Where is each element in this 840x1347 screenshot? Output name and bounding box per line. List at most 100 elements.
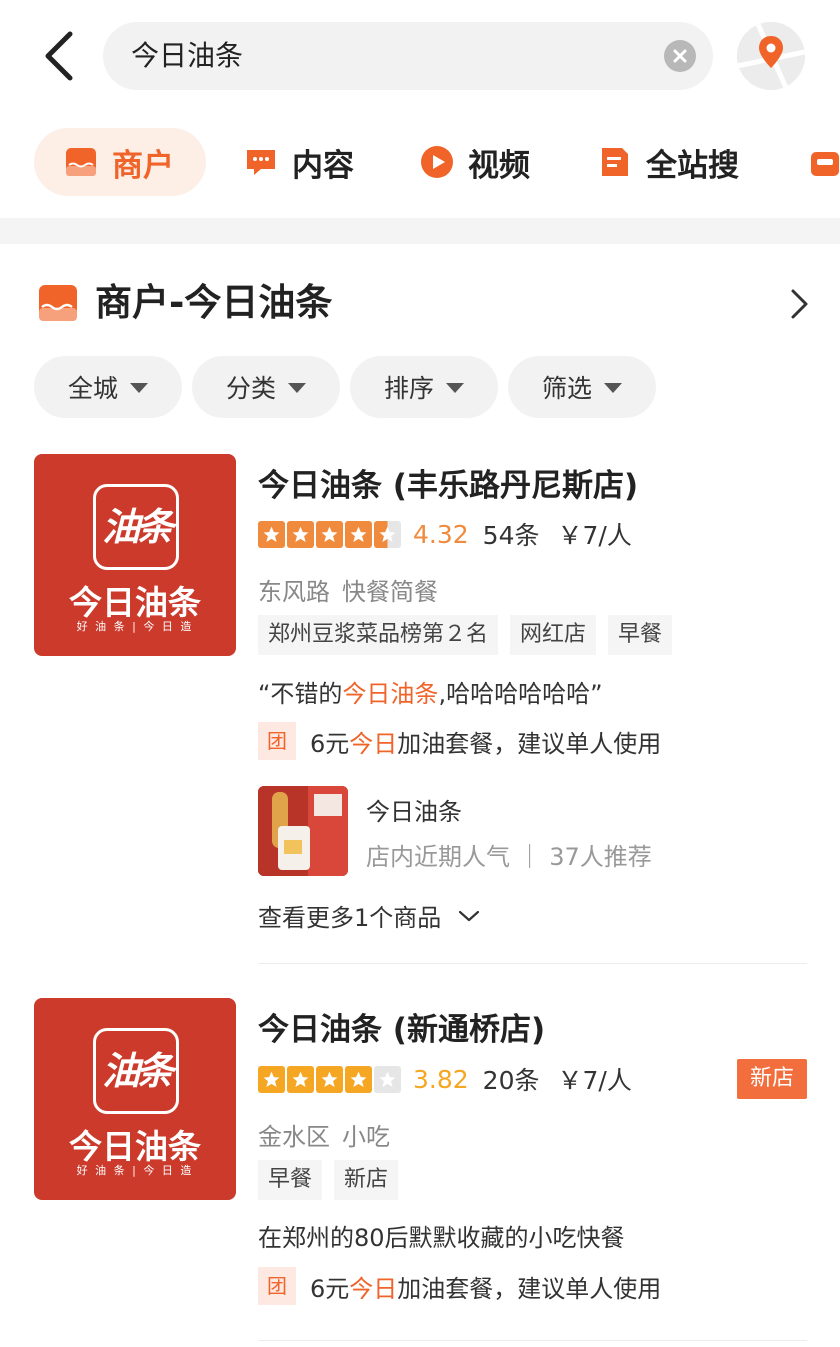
section-more-button[interactable]: [784, 285, 814, 323]
logo-frame: 油条: [93, 484, 179, 570]
back-arrow-icon: [45, 31, 73, 81]
deal-text: 加油套餐，建议单人使用: [397, 1274, 662, 1303]
tag[interactable]: 郑州豆浆菜品榜第２名: [258, 615, 499, 655]
rating-row: 4.32 54条 ￥7/人: [258, 518, 632, 550]
logo-slogan: 好 油 条 | 今 日 造: [76, 1164, 194, 1177]
shop-logo-image[interactable]: 油条 今日油条 好 油 条 | 今 日 造: [34, 998, 236, 1200]
search-input[interactable]: 今日油条: [103, 22, 713, 90]
quote-text: ,哈哈哈哈哈哈”: [438, 680, 603, 708]
deal-text: 6元: [310, 729, 350, 758]
caret-down-icon: [288, 383, 306, 393]
shop-area: 金水区: [258, 1123, 330, 1151]
back-button[interactable]: [36, 28, 86, 84]
filter-label: 分类: [225, 374, 276, 403]
shop-area: 东风路: [258, 578, 330, 606]
filter-category[interactable]: 分类: [192, 356, 340, 418]
star-icon: [345, 1065, 372, 1093]
logo-glyph: 油条: [101, 505, 174, 549]
group-buy-badge: 团: [258, 722, 296, 760]
shop-category: 快餐简餐: [342, 578, 438, 606]
section-title: 商户-今日油条: [95, 281, 333, 324]
logo-glyph: 油条: [101, 1049, 174, 1093]
view-more-label: 查看更多1个商品: [258, 904, 442, 932]
rating-score: 3.82: [413, 1064, 469, 1094]
map-location-icon: [737, 22, 805, 90]
clear-search-button[interactable]: [664, 40, 696, 72]
tab-site-search[interactable]: 全站搜: [598, 128, 739, 196]
map-button[interactable]: [737, 22, 805, 90]
star-icon: [374, 1065, 401, 1093]
quote-highlight: 今日油条: [342, 680, 439, 708]
tab-shops[interactable]: 商户: [34, 128, 206, 196]
view-more-products-link[interactable]: 查看更多1个商品: [258, 898, 481, 933]
play-icon: [421, 146, 453, 178]
product-photo: [258, 786, 348, 876]
review-count: 20条: [482, 1066, 540, 1095]
logo-brand-text: 今日油条: [69, 1127, 201, 1166]
caret-down-icon: [130, 383, 148, 393]
rating-row: 3.82 20条 ￥7/人: [258, 1063, 632, 1095]
tab-label: 内容: [292, 147, 354, 184]
caret-down-icon: [446, 383, 464, 393]
chevron-down-icon: [459, 910, 480, 921]
shop-logo-image[interactable]: 油条 今日油条 好 油 条 | 今 日 造: [34, 454, 236, 656]
star-icon: [345, 520, 372, 548]
tab-label: 视频: [468, 147, 530, 184]
tag: 早餐: [258, 1160, 323, 1200]
filter-label: 筛选: [541, 374, 592, 403]
star-icon: [316, 1065, 343, 1093]
card-divider: [258, 963, 807, 964]
shop-tags: 郑州豆浆菜品榜第２名 网红店 早餐: [258, 615, 684, 655]
shop-name[interactable]: 今日油条 (丰乐路丹尼斯店): [258, 460, 638, 505]
star-icon: [316, 520, 343, 548]
product-name: 今日油条: [366, 798, 462, 826]
chevron-right-icon: [791, 289, 808, 319]
tab-label: 商户: [112, 147, 174, 184]
tag: 网红店: [510, 615, 597, 655]
star-icon: [258, 1065, 285, 1093]
rating-score: 4.32: [413, 519, 469, 549]
shop-icon: [39, 285, 77, 321]
section-divider: [0, 218, 840, 244]
search-query-text: 今日油条: [131, 39, 244, 72]
filter-label: 排序: [383, 374, 434, 403]
product-stats: 店内近期人气 ｜ 37人推荐: [366, 843, 652, 871]
avg-price: ￥7/人: [557, 1066, 632, 1095]
star-rating: [258, 1065, 403, 1093]
deal-text: 加油套餐，建议单人使用: [397, 729, 662, 758]
group-buy-badge: 团: [258, 1267, 296, 1305]
product-thumbnail[interactable]: [258, 786, 348, 876]
shop-name[interactable]: 今日油条 (新通桥店): [258, 1004, 545, 1049]
filter-sort[interactable]: 排序: [350, 356, 498, 418]
logo-brand-text: 今日油条: [69, 583, 201, 622]
review-count: 54条: [482, 521, 540, 550]
shop-meta: 东风路 快餐简餐: [258, 572, 438, 607]
star-icon: [287, 520, 314, 548]
group-deal[interactable]: 团 6元 今日 加油套餐，建议单人使用: [258, 1267, 661, 1305]
search-header: 今日油条: [0, 0, 840, 110]
shop-tags: 早餐 新店: [258, 1160, 410, 1200]
tab-label: 全站搜: [646, 147, 739, 184]
close-icon: [673, 49, 687, 63]
new-shop-badge: 新店: [737, 1059, 807, 1099]
bag-icon: [811, 152, 839, 176]
star-icon: [374, 520, 401, 548]
logo-slogan: 好 油 条 | 今 日 造: [76, 620, 194, 633]
avg-price: ￥7/人: [557, 521, 632, 550]
deal-highlight: 今日: [349, 729, 398, 758]
card-divider: [258, 1340, 807, 1341]
group-deal[interactable]: 团 6元 今日 加油套餐，建议单人使用: [258, 722, 661, 760]
star-rating: [258, 520, 403, 548]
filter-screen[interactable]: 筛选: [508, 356, 656, 418]
tab-content[interactable]: 内容: [244, 128, 354, 196]
shop-description: 在郑州的80后默默收藏的小吃快餐: [258, 1224, 625, 1252]
tag: 早餐: [608, 615, 673, 655]
filter-label: 全城: [67, 374, 118, 403]
star-icon: [258, 520, 285, 548]
deal-text: 6元: [310, 1274, 350, 1303]
filter-city[interactable]: 全城: [34, 356, 182, 418]
comment-icon: [247, 150, 275, 175]
tab-more[interactable]: [808, 128, 840, 196]
tab-video[interactable]: 视频: [420, 128, 530, 196]
star-icon: [287, 1065, 314, 1093]
